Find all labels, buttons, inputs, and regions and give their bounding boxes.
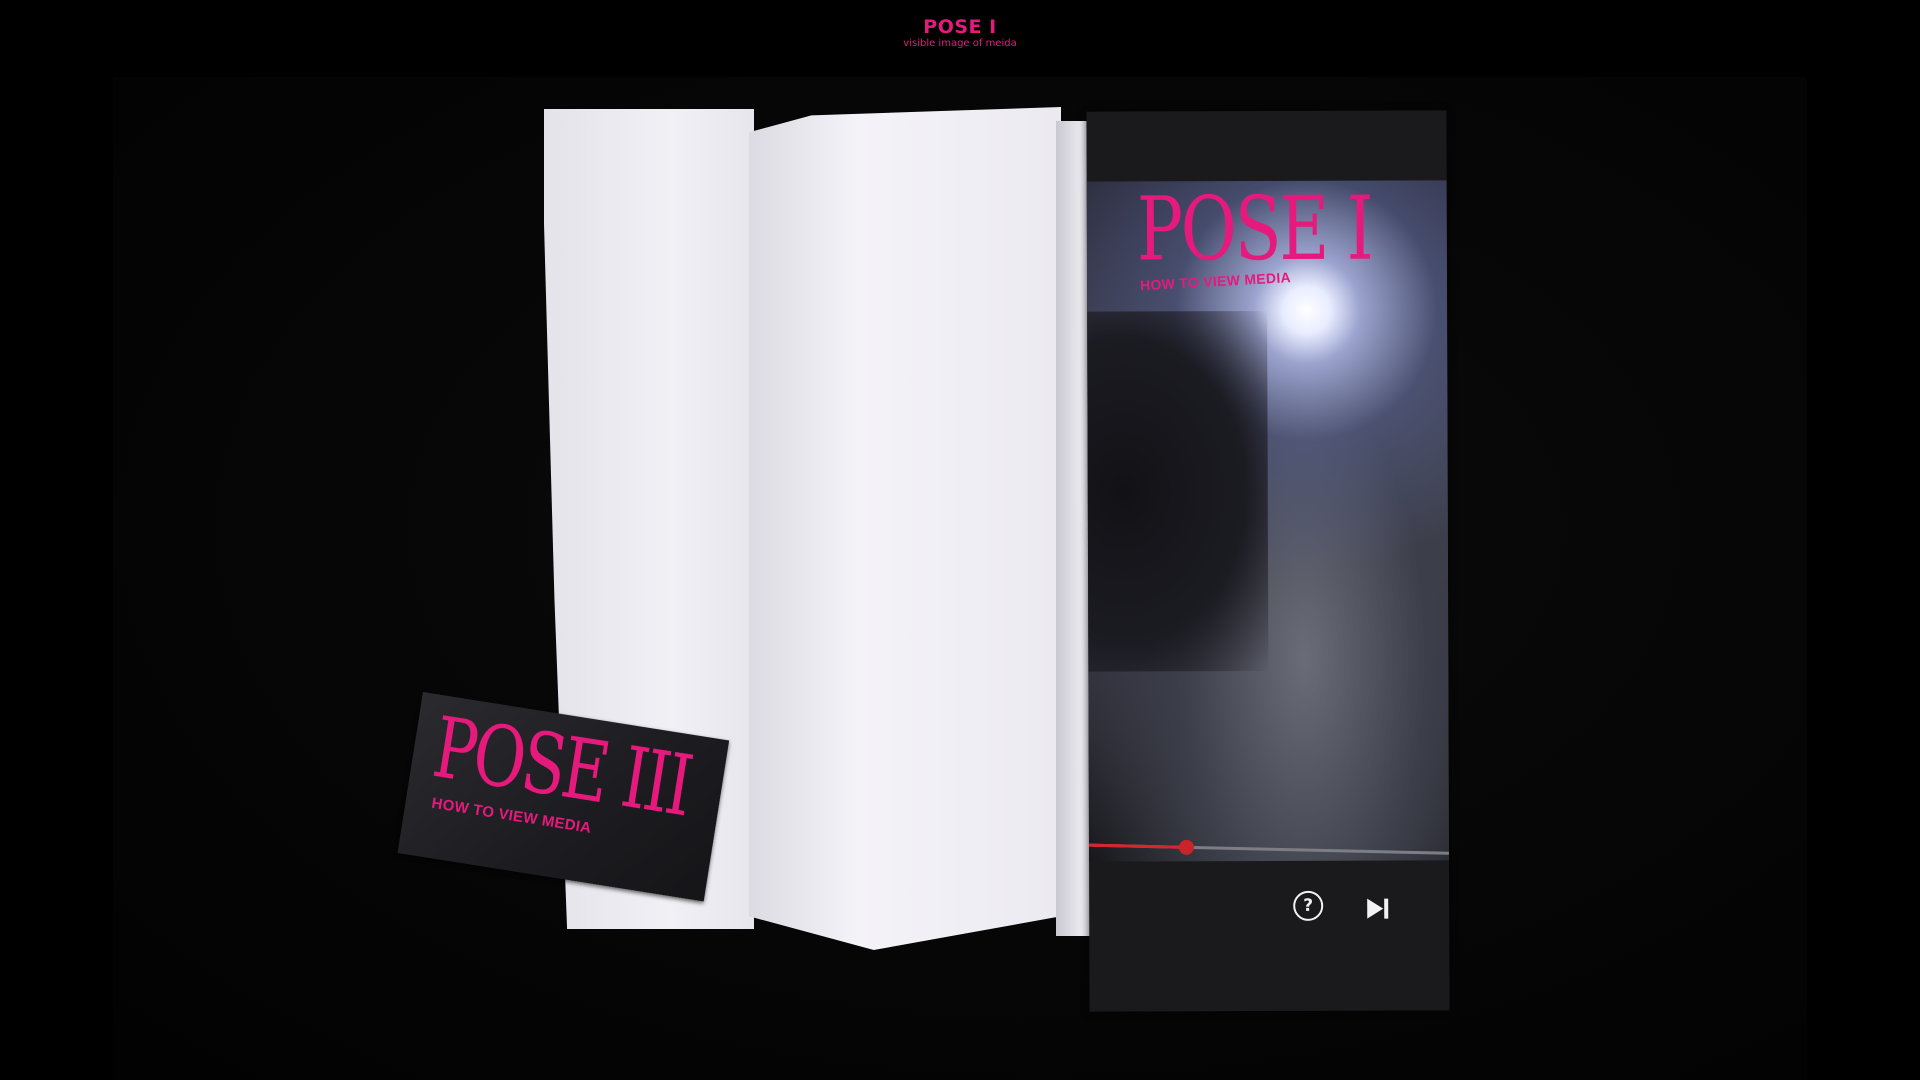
page: POSE I visible image of meida POSE I HOW… (0, 0, 1920, 1080)
pose-i-flyer: POSE I HOW TO VIEW MEDIA ? (1086, 110, 1450, 1012)
skip-next-icon[interactable] (1365, 897, 1391, 921)
media-photo: POSE I HOW TO VIEW MEDIA ? POSE III HOW … (113, 77, 1807, 1080)
page-title: POSE I (923, 16, 997, 38)
audience-silhouette (1087, 311, 1269, 672)
help-icon[interactable]: ? (1293, 890, 1324, 921)
paper-panel-middle (749, 107, 1061, 950)
page-header: POSE I visible image of meida (0, 16, 1920, 50)
flyer-title: POSE I (1136, 176, 1372, 281)
page-subtitle: visible image of meida (903, 38, 1017, 49)
